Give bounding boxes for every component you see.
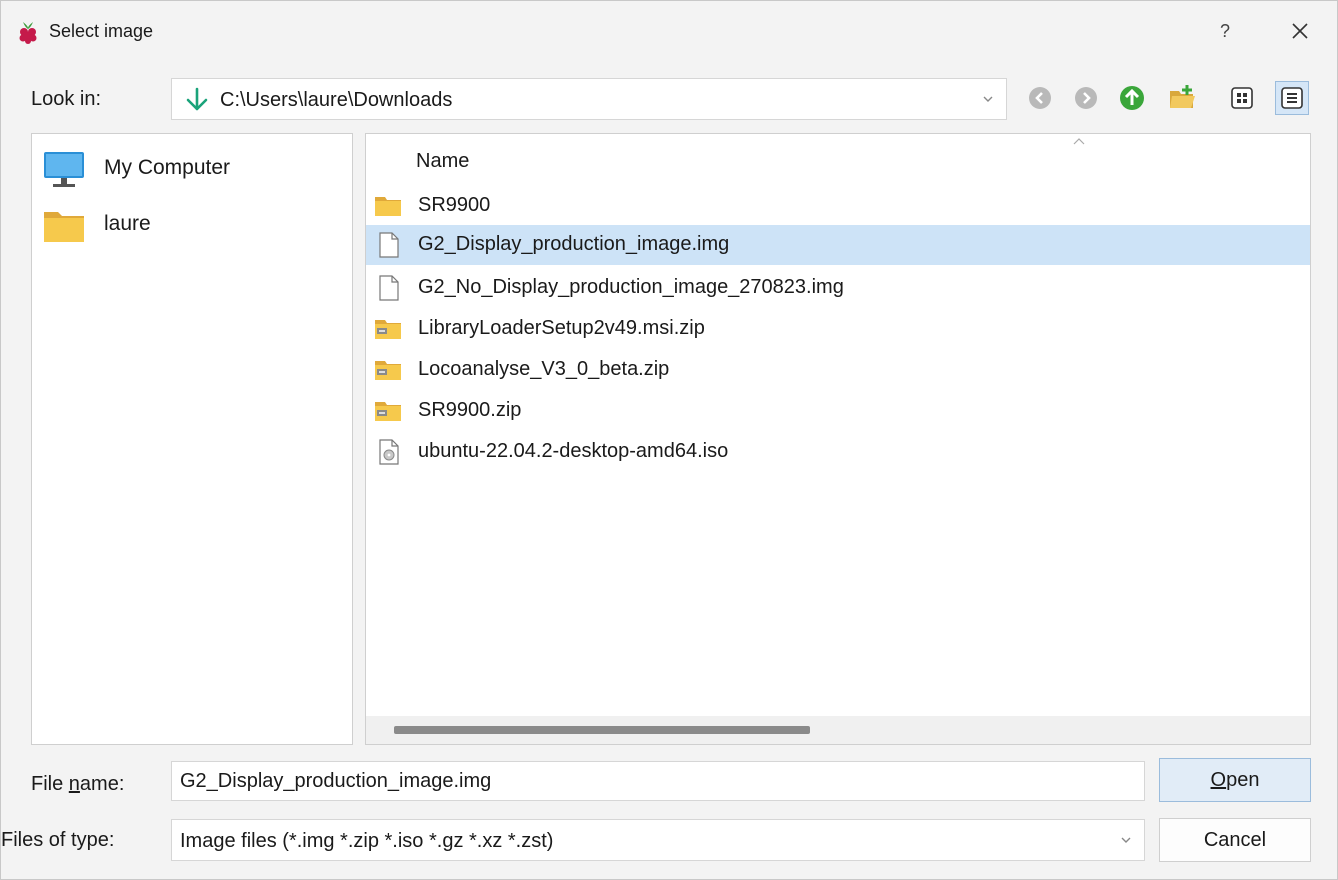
forward-icon — [1075, 87, 1097, 109]
window-title: Select image — [49, 21, 154, 41]
horizontal-scrollbar[interactable] — [366, 716, 1310, 744]
cancel-button[interactable]: Cancel — [1159, 818, 1311, 862]
grid-view-icon — [1231, 87, 1253, 109]
file-row[interactable]: ubuntu-22.04.2-desktop-amd64.iso — [366, 432, 1310, 472]
detail-view-icon — [1281, 87, 1303, 109]
files-of-type-value: Image files (*.img *.zip *.iso *.gz *.xz… — [180, 830, 554, 852]
folder-icon — [44, 212, 84, 242]
file-icon — [379, 232, 399, 258]
parent-directory-button[interactable] — [1115, 81, 1149, 115]
look-in-label: Look in: — [31, 88, 102, 110]
scrollbar-thumb[interactable] — [394, 726, 810, 734]
file-name: ubuntu-22.04.2-desktop-amd64.iso — [418, 440, 729, 462]
select-image-dialog: Select image ? Look in: C:\Users\laure\D… — [0, 0, 1338, 880]
open-button[interactable]: Open — [1159, 758, 1311, 802]
look-in-combo[interactable]: C:\Users\laure\Downloads — [171, 78, 1007, 120]
forward-button[interactable] — [1069, 81, 1103, 115]
file-row[interactable]: SR9900.zip — [366, 391, 1310, 431]
sidebar-item-label: My Computer — [104, 156, 231, 179]
file-name: G2_Display_production_image.img — [418, 233, 730, 255]
file-list[interactable]: Name SR9900 G2_Display_production_image.… — [365, 133, 1311, 745]
files-of-type-combo[interactable]: Image files (*.img *.zip *.iso *.gz *.xz… — [171, 819, 1145, 861]
file-name-input[interactable] — [171, 761, 1145, 801]
file-name: Locoanalyse_V3_0_beta.zip — [418, 358, 670, 380]
sidebar-item-laure[interactable]: laure — [42, 202, 342, 248]
places-sidebar: My Computer laure — [31, 133, 353, 745]
file-row[interactable]: G2_No_Display_production_image_270823.im… — [366, 268, 1310, 308]
arrow-down-icon — [186, 87, 208, 111]
new-folder-icon — [1170, 85, 1195, 108]
back-button[interactable] — [1023, 81, 1057, 115]
files-of-type-label: Files of type: — [1, 829, 115, 851]
sidebar-item-my-computer[interactable]: My Computer — [42, 146, 342, 192]
file-row[interactable]: SR9900 — [366, 186, 1310, 226]
back-icon — [1029, 87, 1051, 109]
close-button[interactable] — [1277, 13, 1323, 49]
zip-folder-icon — [375, 361, 401, 380]
monitor-icon — [44, 152, 84, 187]
file-row[interactable]: LibraryLoaderSetup2v49.msi.zip — [366, 309, 1310, 349]
file-name-label: File name: — [31, 773, 125, 795]
file-name: SR9900.zip — [418, 399, 522, 421]
chevron-down-icon — [983, 96, 993, 102]
close-icon — [1292, 23, 1308, 39]
look-in-path: C:\Users\laure\Downloads — [220, 89, 453, 111]
help-button[interactable]: ? — [1205, 13, 1245, 49]
detail-view-button[interactable] — [1275, 81, 1309, 115]
file-name: G2_No_Display_production_image_270823.im… — [418, 276, 844, 298]
file-name: SR9900 — [418, 194, 491, 216]
title-bar[interactable]: Select image ? — [1, 1, 1337, 63]
new-folder-button[interactable] — [1165, 81, 1199, 115]
folder-icon — [375, 197, 401, 216]
raspberry-icon — [19, 22, 37, 44]
chevron-down-icon — [1121, 837, 1131, 843]
up-arrow-icon — [1120, 86, 1144, 110]
zip-folder-icon — [375, 402, 401, 421]
file-row-selected[interactable]: G2_Display_production_image.img — [366, 225, 1310, 265]
column-header-name[interactable]: Name — [416, 150, 469, 173]
list-view-button[interactable] — [1225, 81, 1259, 115]
file-icon — [379, 275, 399, 301]
zip-folder-icon — [375, 320, 401, 339]
sidebar-item-label: laure — [104, 212, 151, 235]
disc-image-icon — [379, 439, 399, 465]
sort-ascending-icon — [1073, 138, 1085, 145]
file-row[interactable]: Locoanalyse_V3_0_beta.zip — [366, 350, 1310, 390]
file-name: LibraryLoaderSetup2v49.msi.zip — [418, 317, 705, 339]
